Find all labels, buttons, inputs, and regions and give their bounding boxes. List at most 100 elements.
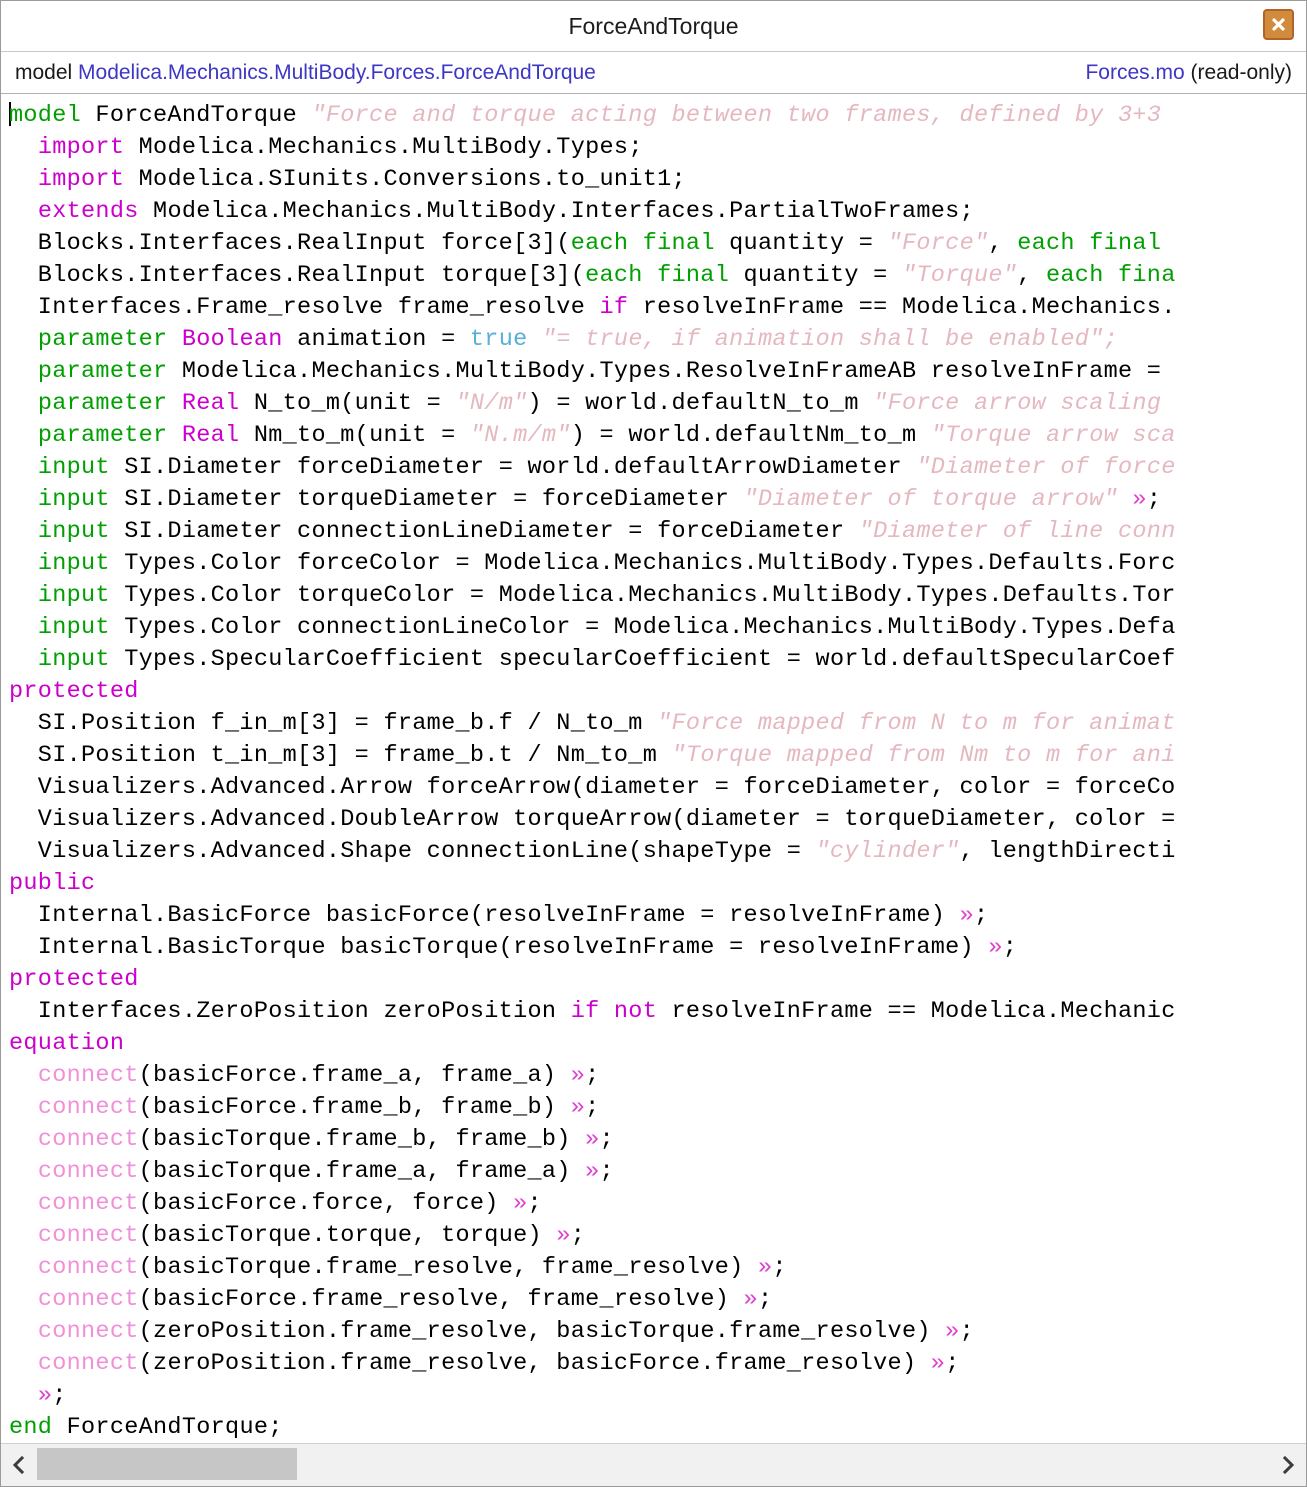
- code-token: »: [37, 1382, 53, 1409]
- code-token: »: [556, 1222, 571, 1249]
- code-token: Types.Color forceColor = Modelica.Mechan…: [109, 550, 1176, 577]
- code-token: "Diameter of torque arrow": [743, 486, 1118, 513]
- code-line: equation: [9, 1028, 1306, 1060]
- file-info: Forces.mo (read-only): [1085, 61, 1292, 85]
- file-name-link[interactable]: Forces.mo: [1085, 61, 1184, 84]
- code-token: SI.Position t_in_m[3] = frame_b.t / Nm_t…: [9, 742, 672, 769]
- code-token: SI.Diameter connectionLineDiameter = for…: [109, 518, 859, 545]
- code-token: ;: [959, 1318, 974, 1345]
- scroll-right-button[interactable]: [1270, 1445, 1306, 1485]
- code-line: protected: [9, 964, 1306, 996]
- code-line: input Types.Color torqueColor = Modelica…: [9, 580, 1306, 612]
- code-token: Blocks.Interfaces.RealInput torque[3](: [9, 262, 586, 289]
- code-line: input Types.SpecularCoefficient specular…: [9, 644, 1306, 676]
- code-token: Interfaces.ZeroPosition zeroPosition: [9, 998, 571, 1025]
- code-token: Blocks.Interfaces.RealInput force[3](: [9, 230, 571, 257]
- scroll-thumb[interactable]: [37, 1448, 297, 1480]
- code-token: quantity =: [729, 262, 902, 289]
- code-token: ) = world.defaultNm_to_m: [570, 422, 931, 449]
- code-token: connect: [37, 1126, 139, 1153]
- code-token: input: [37, 646, 110, 673]
- code-line: input Types.Color connectionLineColor = …: [9, 612, 1306, 644]
- code-token: extends: [37, 198, 139, 225]
- code-token: (basicTorque.torque, torque): [138, 1222, 557, 1249]
- code-line: Blocks.Interfaces.RealInput force[3](eac…: [9, 228, 1306, 260]
- code-token: input: [37, 518, 110, 545]
- scroll-left-button[interactable]: [1, 1445, 37, 1485]
- code-token: »: [570, 1094, 586, 1121]
- code-line: connect(basicForce.frame_b, frame_b) »;: [9, 1092, 1306, 1124]
- code-token: end: [9, 1414, 53, 1441]
- code-token: "Force arrow scaling: [873, 390, 1162, 417]
- code-token: (basicForce.frame_a, frame_a): [138, 1062, 571, 1089]
- code-line: connect(basicTorque.frame_a, frame_a) »;: [9, 1156, 1306, 1188]
- code-token: Types.SpecularCoefficient specularCoeffi…: [109, 646, 1176, 673]
- code-line: connect(zeroPosition.frame_resolve, basi…: [9, 1348, 1306, 1380]
- code-token: »: [945, 1318, 960, 1345]
- code-token: "Torque arrow sca: [930, 422, 1176, 449]
- code-token: import: [37, 166, 125, 193]
- code-token: Internal.BasicForce basicForce(resolveIn…: [9, 902, 960, 929]
- code-token: protected: [9, 966, 139, 993]
- code-token: »: [570, 1062, 586, 1089]
- code-token: parameter: [37, 358, 168, 385]
- code-line: connect(zeroPosition.frame_resolve, basi…: [9, 1316, 1306, 1348]
- code-line: connect(basicTorque.frame_b, frame_b) »;: [9, 1124, 1306, 1156]
- model-path-link[interactable]: Modelica.Mechanics.MultiBody.Forces.Forc…: [78, 61, 596, 84]
- code-token: input: [37, 614, 110, 641]
- code-token: if not: [570, 998, 658, 1025]
- code-token: each final: [585, 262, 730, 289]
- code-token: import: [37, 134, 125, 161]
- code-line: parameter Real N_to_m(unit = "N/m") = wo…: [9, 388, 1306, 420]
- code-line: public: [9, 868, 1306, 900]
- code-token: Modelica.Mechanics.MultiBody.Interfaces.…: [138, 198, 974, 225]
- code-token: ;: [599, 1126, 614, 1153]
- code-editor[interactable]: model ForceAndTorque "Force and torque a…: [1, 94, 1306, 1443]
- code-token: Visualizers.Advanced.DoubleArrow torqueA…: [9, 806, 1190, 833]
- code-line: connect(basicForce.frame_a, frame_a) »;: [9, 1060, 1306, 1092]
- code-token: ;: [973, 902, 989, 929]
- code-token: (zeroPosition.frame_resolve, basicTorque…: [138, 1318, 946, 1345]
- path-bar: model Modelica.Mechanics.MultiBody.Force…: [1, 52, 1306, 94]
- code-token: ForceAndTorque;: [52, 1414, 283, 1441]
- scroll-track[interactable]: [37, 1445, 1270, 1485]
- code-line: Internal.BasicForce basicForce(resolveIn…: [9, 900, 1306, 932]
- horizontal-scrollbar[interactable]: [1, 1443, 1306, 1486]
- close-button[interactable]: [1263, 9, 1294, 40]
- code-token: SI.Diameter torqueDiameter = forceDiamet…: [109, 486, 744, 513]
- code-token: ;: [772, 1254, 787, 1281]
- code-token: Modelica.SIunits.Conversions.to_unit1;: [124, 166, 686, 193]
- code-token: "Torque mapped from Nm to m for ani: [671, 742, 1176, 769]
- code-line: protected: [9, 676, 1306, 708]
- code-line: Interfaces.Frame_resolve frame_resolve i…: [9, 292, 1306, 324]
- code-token: ;: [1002, 934, 1018, 961]
- code-token: protected: [9, 678, 139, 705]
- code-line: parameter Real Nm_to_m(unit = "N.m/m") =…: [9, 420, 1306, 452]
- code-token: »: [743, 1286, 758, 1313]
- code-line: import Modelica.Mechanics.MultiBody.Type…: [9, 132, 1306, 164]
- code-token: »: [930, 1350, 946, 1377]
- code-token: ;: [599, 1158, 614, 1185]
- code-token: (basicTorque.frame_a, frame_a): [138, 1158, 586, 1185]
- code-token: (zeroPosition.frame_resolve, basicForce.…: [138, 1350, 931, 1377]
- code-token: ) = world.defaultN_to_m: [527, 390, 874, 417]
- code-token: "cylinder": [815, 838, 960, 865]
- code-token: »: [513, 1190, 528, 1217]
- close-icon: [1272, 18, 1285, 31]
- code-token: resolveInFrame == Modelica.Mechanic: [657, 998, 1176, 1025]
- code-token: Internal.BasicTorque basicTorque(resolve…: [9, 934, 989, 961]
- code-token: connect: [37, 1254, 139, 1281]
- code-token: »: [959, 902, 974, 929]
